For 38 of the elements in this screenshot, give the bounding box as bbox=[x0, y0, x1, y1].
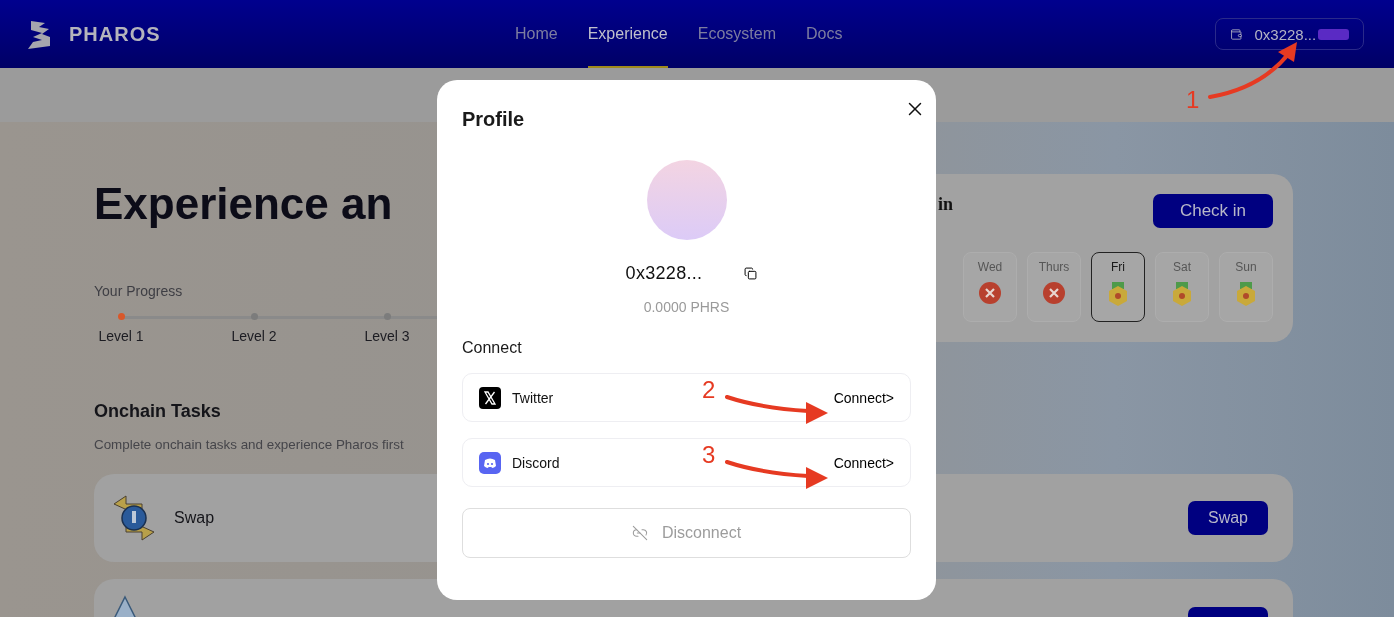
connect-heading: Connect bbox=[462, 339, 523, 357]
brand-name: PHAROS bbox=[69, 22, 161, 46]
check-in-button[interactable]: Check in bbox=[1153, 194, 1273, 228]
annotation-number: 1 bbox=[1186, 88, 1200, 112]
day-label: Fri bbox=[1111, 259, 1125, 275]
section-title: Onchain Tasks bbox=[94, 400, 221, 423]
dialog-title: Profile bbox=[462, 108, 525, 131]
day-card[interactable]: Fri bbox=[1091, 252, 1145, 322]
account-name: Twitter bbox=[512, 389, 554, 406]
balance: 0.0000 PHRS bbox=[643, 299, 730, 315]
wallet-address: 0x3228... bbox=[625, 263, 703, 284]
level-label: Level 3 bbox=[364, 328, 410, 344]
wallet-button[interactable]: 0x3228... bbox=[1215, 18, 1364, 50]
task-name: Swap bbox=[174, 509, 215, 527]
account-name: Discord bbox=[512, 454, 560, 471]
progress-label: Your Progress bbox=[94, 282, 183, 301]
day-label: Wed bbox=[977, 259, 1003, 275]
day-label: Sun bbox=[1235, 259, 1257, 275]
day-card[interactable]: Sun bbox=[1219, 252, 1273, 322]
annotation-number: 2 bbox=[702, 378, 716, 402]
level-label: Level 1 bbox=[98, 328, 144, 344]
disconnect-button[interactable]: Disconnect bbox=[462, 508, 911, 558]
level-label: Level 2 bbox=[231, 328, 277, 344]
nav-tab[interactable]: Docs bbox=[806, 0, 843, 68]
nav-tab[interactable]: Home bbox=[515, 0, 558, 68]
card-title: in bbox=[938, 193, 953, 215]
nav-tab[interactable]: Ecosystem bbox=[697, 0, 776, 68]
section-description: Complete onchain tasks and experience Pharos first bbox=[94, 436, 404, 454]
day-card[interactable]: Sat bbox=[1155, 252, 1209, 322]
day-card[interactable]: Wed bbox=[963, 252, 1017, 322]
page-title: Experience an bbox=[94, 178, 393, 230]
connect-link[interactable]: Connect> bbox=[833, 454, 894, 471]
task-button[interactable]: Swap bbox=[1188, 501, 1268, 535]
day-card[interactable]: Thurs bbox=[1027, 252, 1081, 322]
annotation-number: 3 bbox=[702, 443, 716, 467]
day-label: Thurs bbox=[1038, 259, 1070, 275]
connect-link[interactable]: Connect> bbox=[833, 389, 894, 406]
day-label: Sat bbox=[1173, 259, 1191, 275]
